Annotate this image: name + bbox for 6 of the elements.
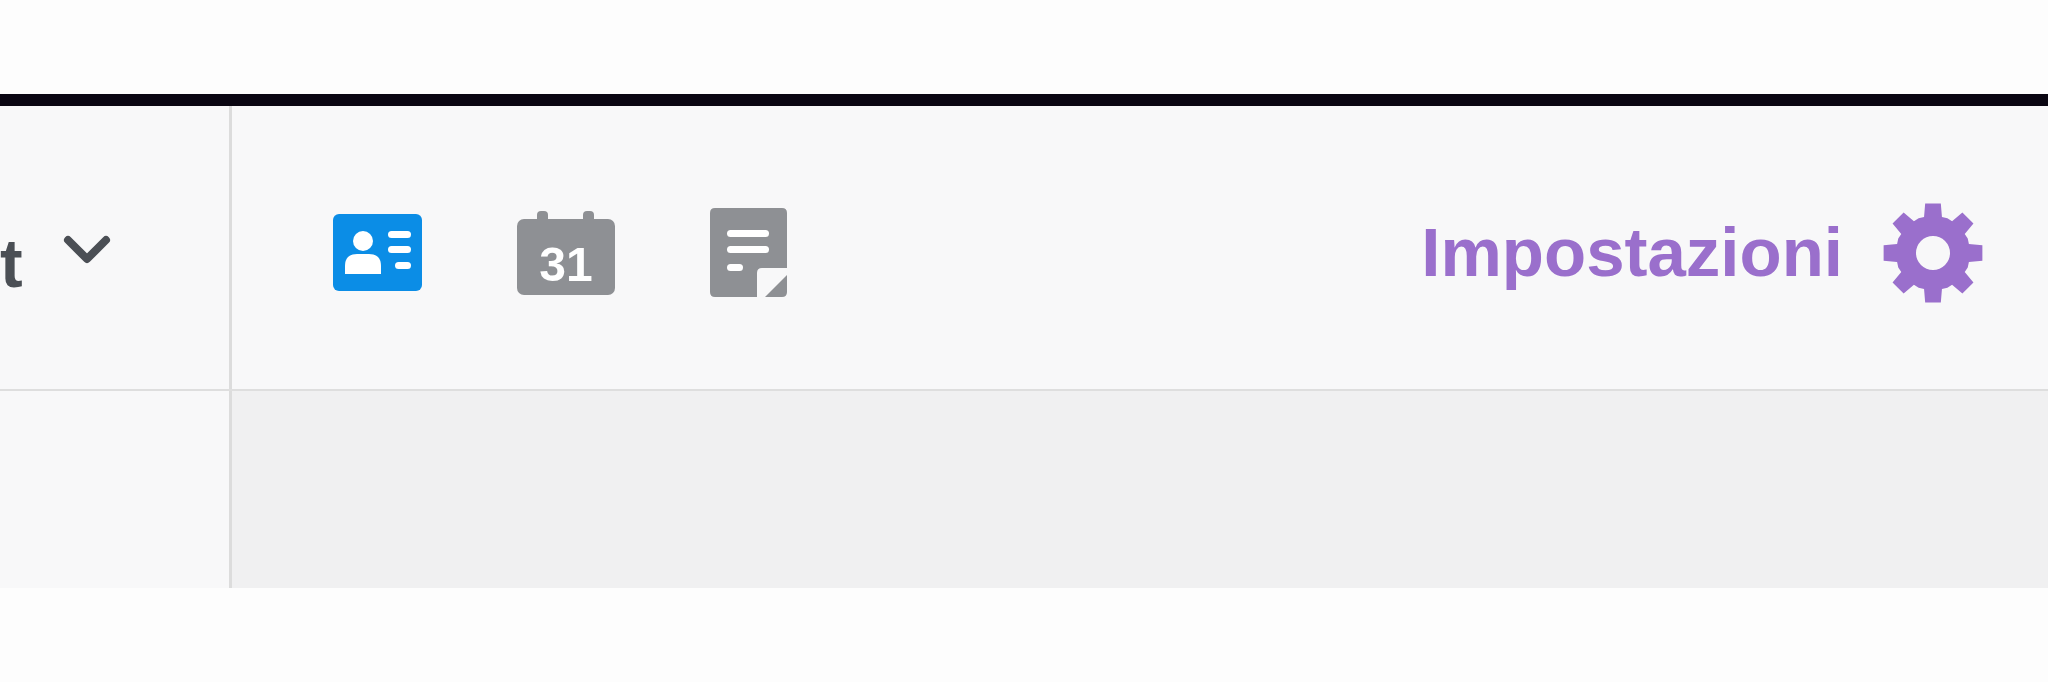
settings-icon	[1883, 202, 1983, 303]
settings-button[interactable]: Impostazioni	[1421, 202, 1983, 303]
contact-card-icon[interactable]	[333, 214, 422, 291]
chevron-down-icon	[62, 235, 111, 265]
note-icon[interactable]	[710, 208, 787, 297]
dropdown-button[interactable]: t	[0, 229, 111, 297]
